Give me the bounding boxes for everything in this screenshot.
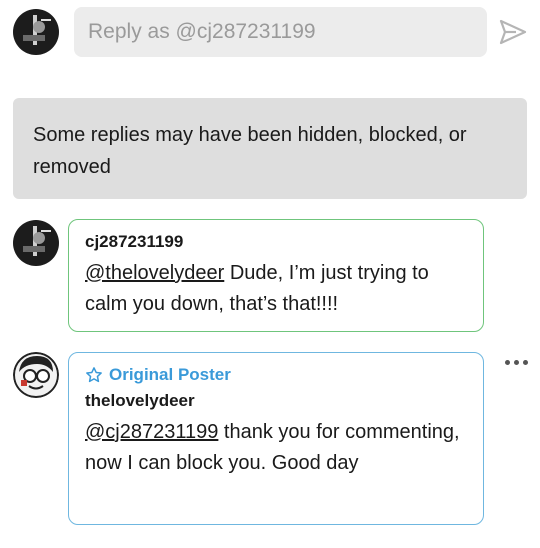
notice-text: Some replies may have been hidden, block… xyxy=(33,124,467,178)
send-button[interactable] xyxy=(497,16,529,48)
reply-username[interactable]: cj287231199 xyxy=(85,230,467,254)
reply-bubble-op: Original Poster thelovelydeer @cj2872311… xyxy=(68,352,484,525)
reply-input[interactable] xyxy=(74,7,487,57)
original-poster-avatar[interactable] xyxy=(13,352,59,398)
reply-bubble: cj287231199 @thelovelydeer Dude, I’m jus… xyxy=(68,219,484,332)
send-arrow-icon xyxy=(499,19,527,45)
more-options-button[interactable] xyxy=(500,352,532,372)
current-user-avatar[interactable] xyxy=(13,9,59,55)
mention-link[interactable]: @thelovelydeer xyxy=(85,262,224,284)
reply-text: @cj287231199 thank you for commenting, n… xyxy=(85,417,467,479)
more-options-icon xyxy=(513,359,519,365)
star-outline-icon xyxy=(86,367,102,383)
more-options-icon xyxy=(504,359,510,365)
more-options-icon xyxy=(522,359,528,365)
original-poster-badge: Original Poster xyxy=(85,363,467,387)
commenter-avatar[interactable] xyxy=(13,220,59,266)
reply-text: @thelovelydeer Dude, I’m just trying to … xyxy=(85,258,467,320)
mention-link[interactable]: @cj287231199 xyxy=(85,421,218,443)
badge-label: Original Poster xyxy=(109,365,231,384)
hidden-replies-notice: Some replies may have been hidden, block… xyxy=(13,98,527,199)
reply-username[interactable]: thelovelydeer xyxy=(85,389,467,413)
